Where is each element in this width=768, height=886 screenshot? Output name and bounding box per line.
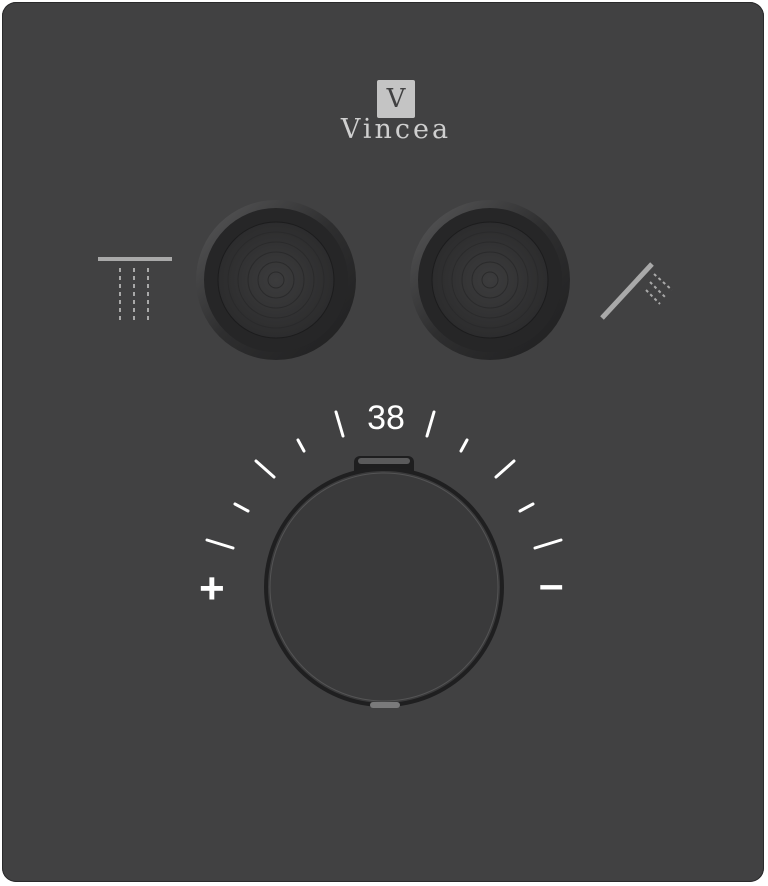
right-outlet-knob[interactable] (410, 200, 570, 360)
decrease-temperature-label: – (539, 560, 564, 609)
brand-name: Vincea (340, 114, 452, 145)
temperature-readout: 38 (367, 399, 405, 437)
brand-logo-badge: V (377, 80, 415, 118)
thermostat-knob[interactable] (264, 456, 504, 708)
left-outlet-knob[interactable] (196, 200, 356, 360)
increase-temperature-label: + (199, 564, 225, 613)
rain-shower-head-icon (98, 257, 172, 320)
hand-shower-icon (600, 262, 673, 320)
shower-valve-faceplate: V Vincea 38 + – (2, 2, 764, 882)
